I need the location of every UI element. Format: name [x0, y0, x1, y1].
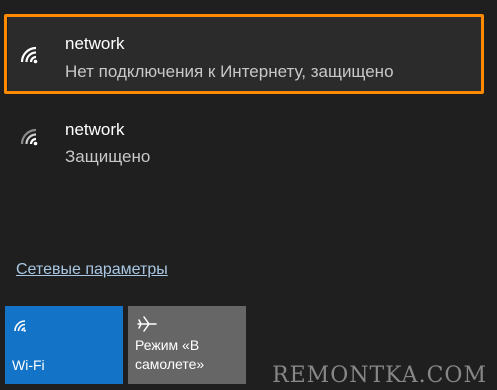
network-status: Защищено	[65, 147, 151, 166]
network-flyout: network Нет подключения к Интернету, защ…	[0, 0, 497, 390]
airplane-mode-tile[interactable]: Режим «В самолете»	[128, 306, 246, 384]
network-item-2[interactable]: network Защищено	[8, 108, 484, 188]
network-name: network	[65, 34, 125, 53]
watermark: REMONTKA.COM	[272, 363, 487, 388]
wifi-signal-icon	[20, 128, 38, 146]
network-item-1[interactable]: network Нет подключения к Интернету, защ…	[8, 16, 484, 94]
network-status: Нет подключения к Интернету, защищено	[65, 62, 394, 81]
wifi-tile-label: Wi-Fi	[12, 357, 45, 373]
airplane-tile-label: Режим «В самолете»	[135, 337, 205, 372]
wifi-icon	[14, 320, 26, 332]
wifi-signal-icon	[20, 46, 38, 64]
wifi-toggle-tile[interactable]: Wi-Fi	[5, 306, 123, 384]
network-settings-link[interactable]: Сетевые параметры	[16, 261, 168, 279]
network-name: network	[65, 120, 125, 139]
airplane-icon	[137, 316, 157, 332]
